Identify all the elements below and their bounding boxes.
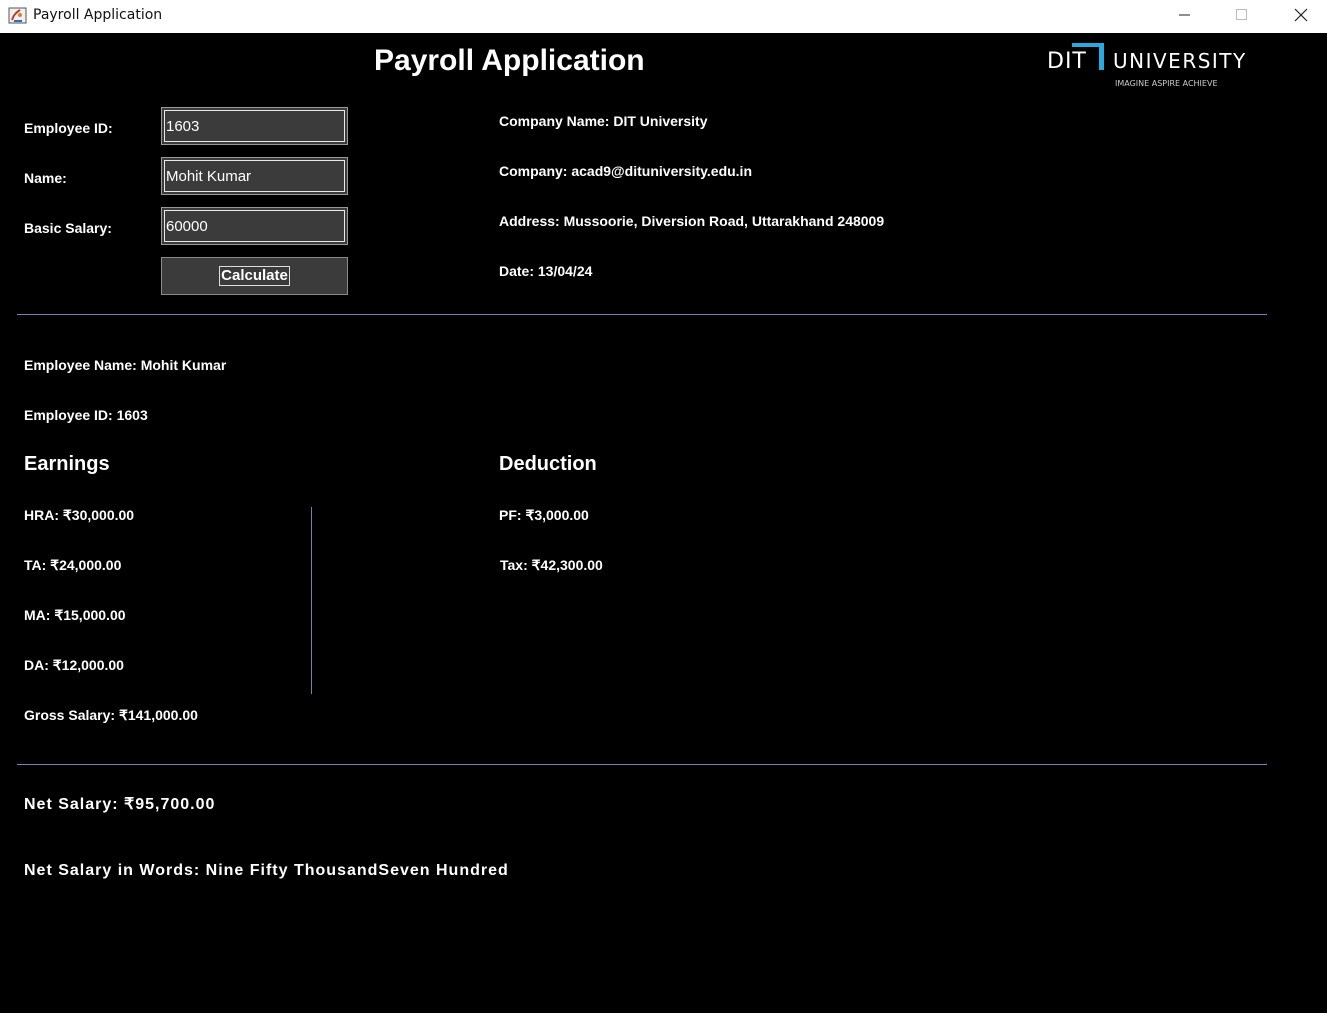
company-address: Address: Mussoorie, Diversion Road, Utta… [499,213,885,229]
earnings-da: DA: ₹12,000.00 [24,657,124,673]
name-label: Name: [24,170,67,186]
earnings-ta: TA: ₹24,000.00 [24,557,122,573]
close-icon [1294,8,1308,22]
earnings-vertical-divider [311,507,312,694]
company-email: Company: acad9@dituniversity.edu.in [499,163,752,179]
deduction-heading: Deduction [499,453,597,475]
svg-text:UNIVERSITY: UNIVERSITY [1113,49,1247,73]
employee-name-summary: Employee Name: Mohit Kumar [24,357,227,373]
dit-university-logo: DIT UNIVERSITY IMAGINE ASPIRE ACHIEVE [1047,43,1247,88]
minimize-icon [1179,14,1190,16]
page-title: Payroll Application [374,44,645,77]
date-label: Date: 13/04/24 [499,263,593,279]
window-titlebar: Payroll Application [0,0,1327,33]
employee-id-label: Employee ID: [24,120,113,136]
deduction-tax: Tax: ₹42,300.00 [500,557,603,573]
net-salary-in-words: Net Salary in Words: Nine Fifty Thousand… [24,862,509,879]
basic-salary-field-frame [161,207,348,245]
close-button[interactable] [1272,0,1327,30]
earnings-hra: HRA: ₹30,000.00 [24,507,135,523]
basic-salary-label: Basic Salary: [24,220,112,236]
deduction-pf: PF: ₹3,000.00 [499,507,589,523]
calculate-button[interactable]: Calculate [161,257,348,295]
basic-salary-input[interactable] [164,210,345,242]
window-title: Payroll Application [33,7,163,23]
calculate-button-label: Calculate [219,266,290,286]
gross-salary: Gross Salary: ₹141,000.00 [24,707,198,723]
employee-id-input[interactable] [164,110,345,142]
company-name: Company Name: DIT University [499,113,708,129]
employee-id-summary: Employee ID: 1603 [24,407,148,423]
maximize-icon [1236,9,1247,20]
svg-text:DIT: DIT [1047,49,1087,74]
name-input[interactable] [164,160,345,192]
java-app-icon [8,7,27,24]
divider-top [17,314,1267,315]
minimize-button[interactable] [1156,0,1214,30]
divider-bottom [17,764,1267,765]
earnings-heading: Earnings [24,453,110,475]
employee-id-field-frame [161,107,348,145]
name-field-frame [161,157,348,195]
net-salary: Net Salary: ₹95,700.00 [24,796,216,813]
maximize-button[interactable] [1213,0,1271,30]
earnings-ma: MA: ₹15,000.00 [24,607,126,623]
svg-text:IMAGINE ASPIRE ACHIEVE: IMAGINE ASPIRE ACHIEVE [1115,79,1218,88]
